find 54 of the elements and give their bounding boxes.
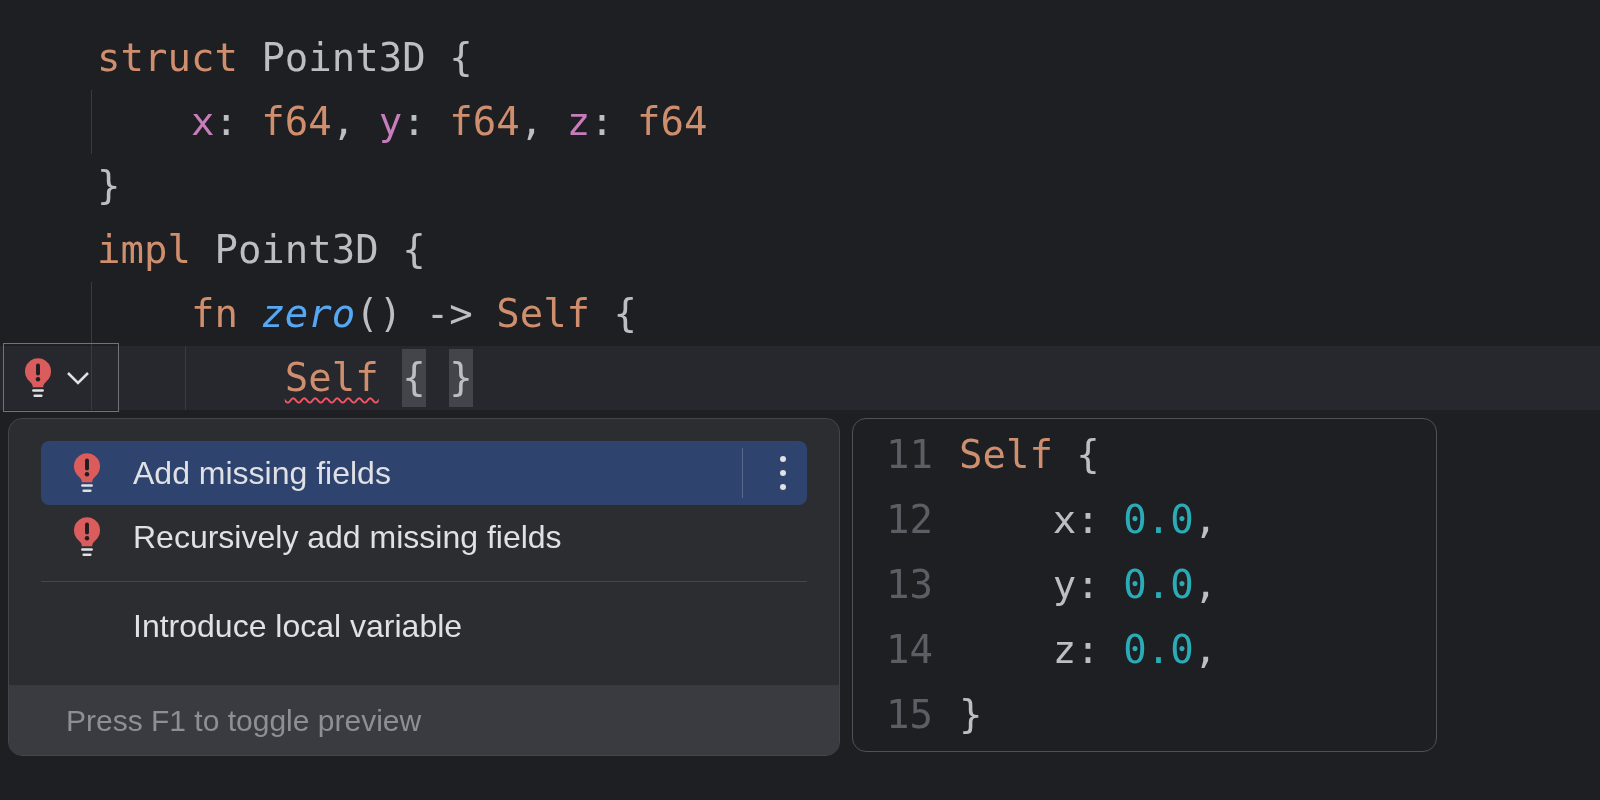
code-token: Point3D { [261,33,473,82]
code-token: { [612,289,638,338]
code-token: , [1193,626,1218,675]
code-token: { [1075,431,1100,480]
code-token: : [590,97,615,146]
chevron-down-icon [66,370,90,385]
bulb-icon [71,516,103,558]
menu-item[interactable]: Add missing fields [41,441,807,505]
code-token: Self [284,353,379,402]
code-token: : [214,97,239,146]
menu-item-label: Introduce local variable [133,607,464,646]
code-token: z [566,97,591,146]
code-token: Point3D { [214,225,426,274]
line-number: 11 [886,431,933,480]
code-token: } [449,348,473,408]
code-token: } [97,161,121,210]
intention-actions-button[interactable] [3,343,119,412]
more-options-icon[interactable] [779,455,787,491]
code-token: z: [1052,626,1101,675]
footer-hint: Press F1 to toggle preview [66,702,422,739]
code-token: zero [261,289,356,338]
code-token: , [331,97,357,146]
menu-item[interactable]: Recursively add missing fields [41,505,807,569]
code-token: , [1193,496,1218,545]
code-token: , [519,97,545,146]
code-token: () -> [355,289,474,338]
code-token: , [1193,561,1218,610]
line-number: 13 [886,561,933,610]
code-token: f64 [449,97,520,146]
code-token: { [402,348,426,408]
code-token: x: [1052,496,1101,545]
code-token: Self [958,431,1053,480]
code-token: impl [97,225,192,274]
code-token: 0.0 [1123,626,1194,675]
code-token: struct [97,33,239,82]
line-number: 15 [886,691,933,740]
code-token: Self [496,289,591,338]
code-token: y: [1052,561,1101,610]
menu-item-label: Add missing fields [133,454,392,493]
bulb-icon [22,356,54,399]
code-token: 0.0 [1123,496,1194,545]
menu-item[interactable]: Introduce local variable [41,594,807,658]
code-token: f64 [261,97,332,146]
code-token: x [190,97,215,146]
code-token: : [402,97,427,146]
code-token: f64 [637,97,708,146]
bulb-icon [71,452,103,494]
code-token: 0.0 [1123,561,1194,610]
code-token: fn [190,289,239,338]
menu-item-label: Recursively add missing fields [133,518,563,557]
code-token: y [378,97,403,146]
line-number: 12 [886,496,933,545]
line-number: 14 [886,626,933,675]
code-token: } [958,691,983,740]
